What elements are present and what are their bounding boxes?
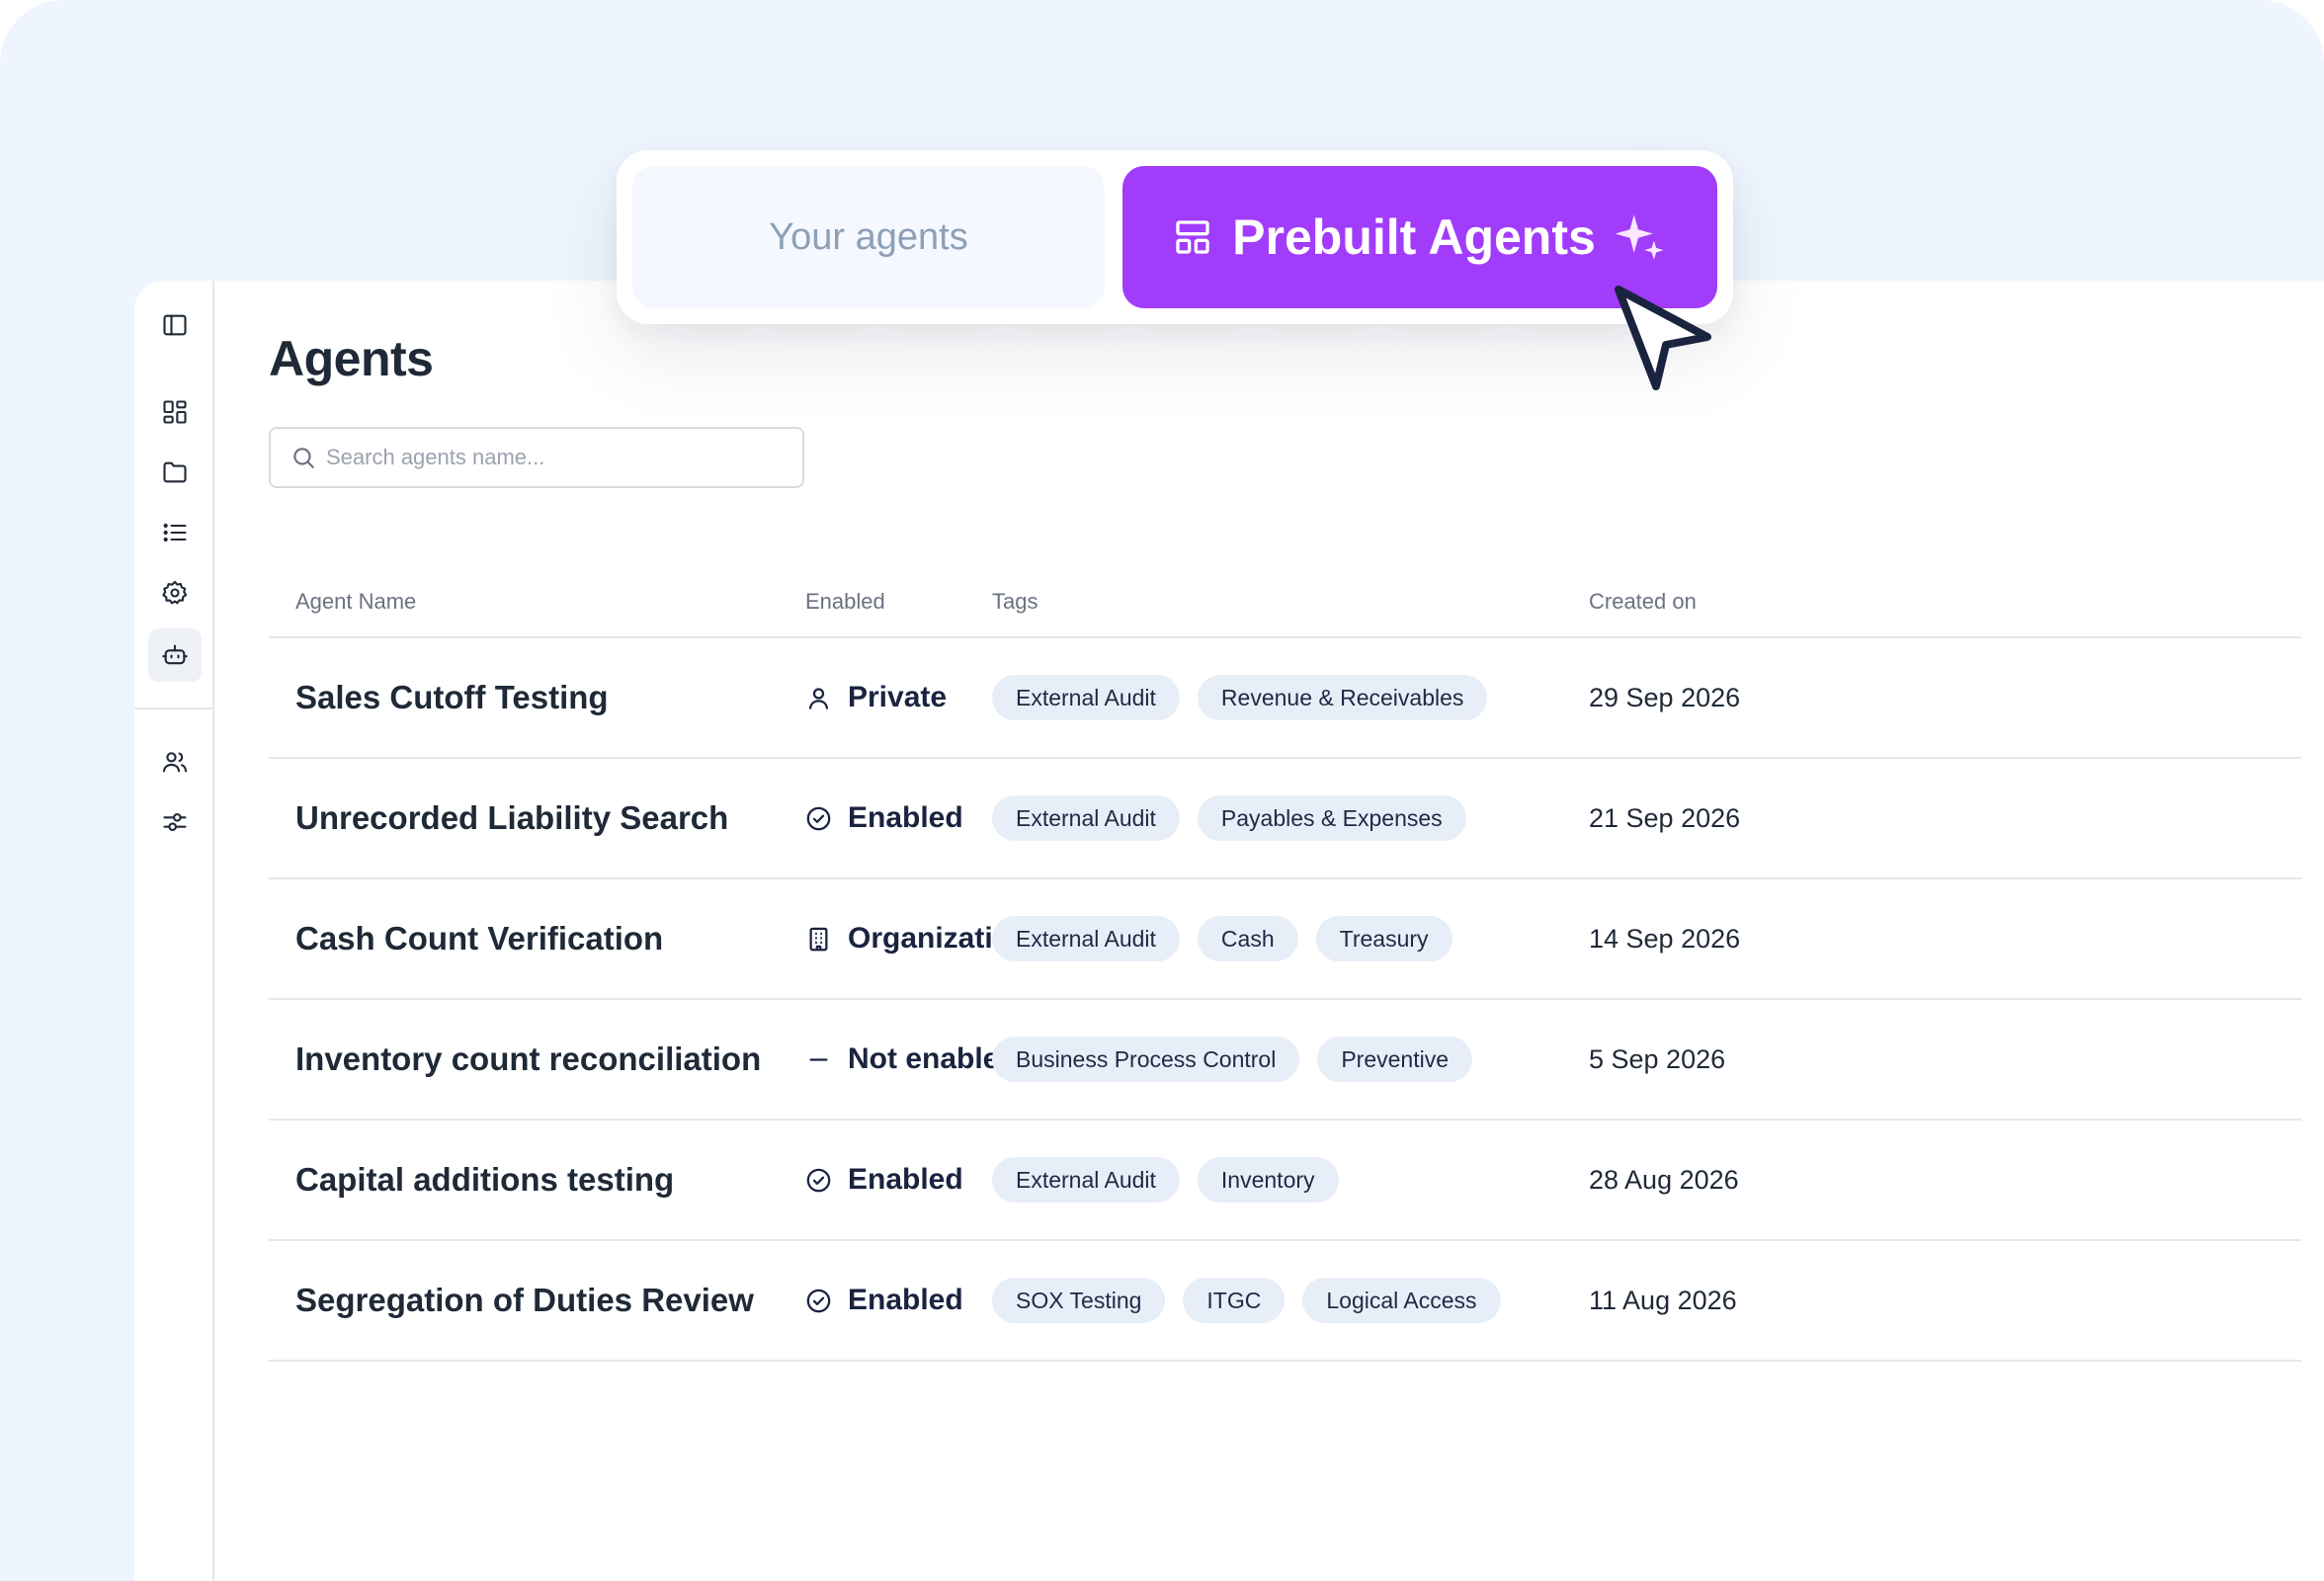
tab-prebuilt-agents-label: Prebuilt Agents (1232, 209, 1596, 265)
tag-chip[interactable]: Payables & Expenses (1197, 795, 1466, 841)
settings-icon[interactable] (148, 566, 202, 620)
tag-chip[interactable]: Treasury (1315, 916, 1452, 961)
table-row[interactable]: Unrecorded Liability Search Enabled Extern… (269, 759, 2301, 879)
table-row[interactable]: Capital additions testing Enabled External… (269, 1121, 2301, 1241)
created-date: 29 Sep 2026 (1589, 682, 1741, 712)
table-body: Sales Cutoff Testing Private External Audi… (269, 638, 2301, 1362)
tag-chip[interactable]: Preventive (1317, 1037, 1473, 1082)
dashboard-icon[interactable] (148, 385, 202, 439)
users-icon[interactable] (148, 735, 202, 789)
folder-icon[interactable] (148, 446, 202, 499)
agent-name[interactable]: Unrecorded Liability Search (295, 759, 728, 877)
app-window: Agents Agent Name Enabled Tags Created o… (134, 281, 2324, 1581)
tags-cell: Business Process Control Preventive (992, 1000, 1490, 1119)
sidebar-divider (134, 707, 214, 709)
column-header-tags[interactable]: Tags (992, 589, 1038, 615)
tag-chip[interactable]: Inventory (1197, 1157, 1339, 1203)
tags-cell: SOX Testing ITGC Logical Access (992, 1241, 1519, 1360)
table-row[interactable]: Segregation of Duties Review Enabled SOX T… (269, 1241, 2301, 1362)
tab-your-agents-label: Your agents (769, 215, 968, 258)
agent-name[interactable]: Segregation of Duties Review (295, 1241, 754, 1360)
column-header-enabled[interactable]: Enabled (805, 589, 885, 615)
table-header: Agent Name Enabled Tags Created on (269, 567, 2301, 638)
page-title: Agents (269, 331, 434, 386)
search-input[interactable] (326, 445, 761, 470)
list-icon[interactable] (148, 506, 202, 559)
search-icon (293, 448, 314, 468)
tag-chip[interactable]: External Audit (992, 795, 1180, 841)
created-date: 21 Sep 2026 (1589, 802, 1741, 833)
template-icon (1176, 220, 1209, 254)
mouse-cursor-icon (1615, 286, 1711, 390)
tags-cell: External Audit Payables & Expenses (992, 759, 1484, 877)
status-label: Enabled (848, 1163, 963, 1196)
building-icon (805, 926, 832, 953)
sliders-icon[interactable] (148, 795, 202, 849)
tag-chip[interactable]: Logical Access (1302, 1278, 1501, 1323)
search-box[interactable] (269, 427, 804, 488)
tag-chip[interactable]: External Audit (992, 675, 1180, 720)
status-label: Private (848, 681, 948, 713)
column-header-created-on[interactable]: Created on (1589, 589, 1697, 615)
sparkles-icon (1615, 214, 1664, 260)
status-cell: Enabled (805, 1241, 963, 1360)
agent-name[interactable]: Sales Cutoff Testing (295, 638, 609, 757)
tab-your-agents[interactable]: Your agents (632, 166, 1105, 308)
created-date: 28 Aug 2026 (1589, 1164, 1739, 1195)
bot-icon[interactable] (148, 628, 202, 682)
minus-icon (805, 1046, 832, 1073)
agent-name[interactable]: Cash Count Verification (295, 879, 663, 998)
table-row[interactable]: Sales Cutoff Testing Private External Audi… (269, 638, 2301, 759)
tag-chip[interactable]: Business Process Control (992, 1037, 1300, 1082)
tags-cell: External Audit Inventory (992, 1121, 1357, 1239)
agents-table: Agent Name Enabled Tags Created on Sales… (269, 567, 2301, 1362)
agent-name[interactable]: Inventory count reconciliation (295, 1000, 761, 1119)
status-label: Enabled (848, 1284, 963, 1316)
status-cell: Enabled (805, 1121, 963, 1239)
panel-toggle-icon[interactable] (148, 298, 202, 352)
table-row[interactable]: Inventory count reconciliation Not enable… (269, 1000, 2301, 1121)
column-header-agent-name[interactable]: Agent Name (295, 589, 416, 615)
tag-chip[interactable]: ITGC (1183, 1278, 1286, 1323)
check-circle-icon (805, 1288, 832, 1314)
status-label: Enabled (848, 801, 963, 834)
tags-cell: External Audit Cash Treasury (992, 879, 1470, 998)
check-circle-icon (805, 805, 832, 832)
tags-cell: External Audit Revenue & Receivables (992, 638, 1505, 757)
sidebar-rail (134, 281, 214, 1581)
status-cell: Private (805, 638, 947, 757)
status-cell: Enabled (805, 759, 963, 877)
created-date: 11 Aug 2026 (1589, 1285, 1737, 1315)
status-cell: Not enabled (805, 1000, 1018, 1119)
created-date: 14 Sep 2026 (1589, 923, 1741, 954)
created-date: 5 Sep 2026 (1589, 1043, 1726, 1074)
agent-name[interactable]: Capital additions testing (295, 1121, 674, 1239)
tag-chip[interactable]: External Audit (992, 1157, 1180, 1203)
check-circle-icon (805, 1167, 832, 1194)
user-icon (805, 685, 832, 711)
tag-chip[interactable]: External Audit (992, 916, 1180, 961)
tag-chip[interactable]: Revenue & Receivables (1197, 675, 1488, 720)
tag-chip[interactable]: Cash (1197, 916, 1298, 961)
table-row[interactable]: Cash Count Verification Organization Exter… (269, 879, 2301, 1000)
tag-chip[interactable]: SOX Testing (992, 1278, 1166, 1323)
agent-type-toggle: Your agents Prebuilt Agents (617, 150, 1733, 324)
